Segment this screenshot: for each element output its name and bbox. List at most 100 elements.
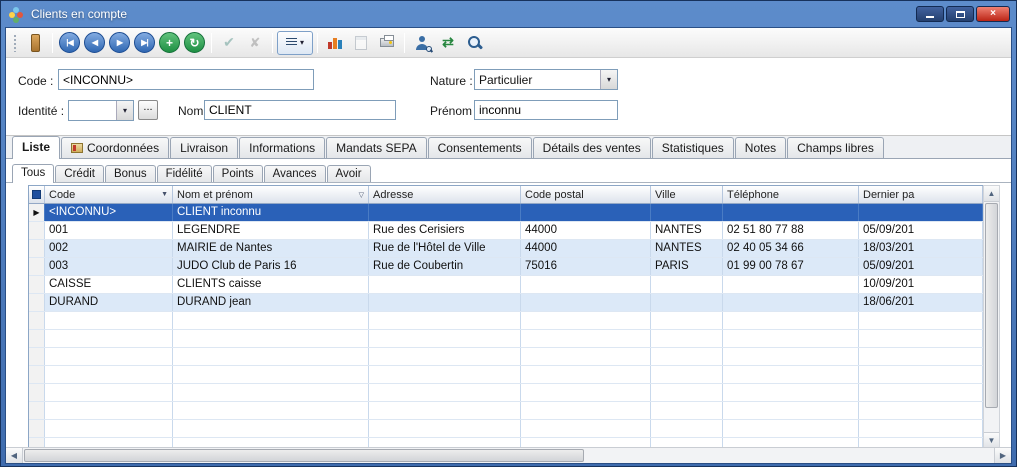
- cell-dernier: [859, 384, 983, 401]
- tab-mandats-sepa[interactable]: Mandats SEPA: [326, 137, 427, 158]
- tab-avances[interactable]: Avances: [263, 165, 326, 182]
- cell-ville: [651, 438, 723, 447]
- maximize-button[interactable]: [946, 6, 974, 22]
- cell-ville: [651, 348, 723, 365]
- chevron-left-icon: ◀: [10, 451, 18, 460]
- table-row[interactable]: 003 JUDO Club de Paris 16 Rue de Coubertin…: [29, 258, 983, 276]
- previous-record-button[interactable]: ◀: [84, 32, 105, 53]
- empty-row: [29, 330, 983, 348]
- statistics-button[interactable]: [322, 31, 348, 55]
- tab-informations[interactable]: Informations: [239, 137, 326, 158]
- tab-bonus[interactable]: Bonus: [104, 165, 156, 182]
- table-row[interactable]: ▶ <INCONNU> CLIENT inconnu: [29, 204, 983, 222]
- minimize-icon: [926, 15, 934, 18]
- tab-fidelite[interactable]: Fidélité: [156, 165, 212, 182]
- cell-cp: [521, 348, 651, 365]
- minimize-button[interactable]: [916, 6, 944, 22]
- title-bar[interactable]: Clients en compte ×: [5, 1, 1012, 27]
- tab-liste[interactable]: Liste: [12, 136, 61, 159]
- cell-dernier: [859, 420, 983, 437]
- column-header-telephone[interactable]: Téléphone: [723, 186, 859, 203]
- tab-champs-libres[interactable]: Champs libres: [787, 137, 884, 158]
- browse-identite-button[interactable]: ...: [138, 100, 158, 120]
- select-all-header[interactable]: [29, 186, 45, 203]
- cell-dernier: [859, 438, 983, 447]
- vertical-scrollbar[interactable]: ▲ ▼: [983, 185, 1000, 447]
- horizontal-scroll-thumb[interactable]: [24, 449, 584, 462]
- print-button[interactable]: [374, 31, 400, 55]
- nature-select[interactable]: Particulier ▾: [474, 69, 618, 90]
- tab-notes[interactable]: Notes: [734, 137, 787, 158]
- column-header-ville[interactable]: Ville: [651, 186, 723, 203]
- cell-cp: [521, 312, 651, 329]
- next-record-button[interactable]: ▶: [109, 32, 130, 53]
- cancel-button[interactable]: ✘: [242, 31, 268, 55]
- binder-button[interactable]: [22, 31, 48, 55]
- app-icon: [9, 7, 24, 22]
- magnifier-icon: [426, 45, 433, 53]
- tab-label: Crédit: [64, 168, 95, 180]
- tab-credit[interactable]: Crédit: [55, 165, 104, 182]
- cell-dernier: [859, 330, 983, 347]
- column-label: Téléphone: [727, 188, 779, 201]
- tab-tous[interactable]: Tous: [12, 164, 55, 183]
- scroll-left-button[interactable]: ◀: [6, 448, 23, 463]
- exchange-client-button[interactable]: ⇄: [435, 31, 461, 55]
- tab-statistiques[interactable]: Statistiques: [651, 137, 734, 158]
- column-header-adresse[interactable]: Adresse: [369, 186, 521, 203]
- column-header-dernier-paiement[interactable]: Dernier pa: [859, 186, 983, 203]
- document-button[interactable]: [348, 31, 374, 55]
- last-record-button[interactable]: ▶|: [134, 32, 155, 53]
- cell-tel: [723, 438, 859, 447]
- vertical-scroll-track[interactable]: [984, 202, 999, 432]
- nature-label: Nature :: [430, 74, 473, 88]
- tab-details-des-ventes[interactable]: Détails des ventes: [532, 137, 651, 158]
- cell-nom: [173, 366, 369, 383]
- cell-nom: MAIRIE de Nantes: [173, 240, 369, 257]
- tab-points[interactable]: Points: [212, 165, 263, 182]
- refresh-button[interactable]: ↻: [184, 32, 205, 53]
- vertical-scroll-thumb[interactable]: [985, 203, 998, 408]
- column-header-code-postal[interactable]: Code postal: [521, 186, 651, 203]
- row-indicator: [29, 420, 45, 437]
- close-button[interactable]: ×: [976, 6, 1010, 22]
- cell-dernier: 05/09/201: [859, 222, 983, 239]
- scroll-up-button[interactable]: ▲: [984, 186, 999, 202]
- first-record-button[interactable]: |◀: [59, 32, 80, 53]
- chevron-down-icon[interactable]: ▾: [116, 101, 133, 120]
- table-row[interactable]: CAISSE CLIENTS caisse 10/09/201: [29, 276, 983, 294]
- column-header-code[interactable]: Code ▼: [45, 186, 173, 203]
- identite-select[interactable]: ▾: [68, 100, 134, 121]
- tab-label: Consentements: [437, 141, 522, 155]
- nom-input[interactable]: [204, 100, 396, 120]
- column-header-nom[interactable]: Nom et prénom ▽: [173, 186, 369, 203]
- add-record-button[interactable]: +: [159, 32, 180, 53]
- table-row[interactable]: DURAND DURAND jean 18/06/201: [29, 294, 983, 312]
- tab-livraison[interactable]: Livraison: [170, 137, 239, 158]
- select-all-icon: [32, 190, 41, 199]
- tab-consentements[interactable]: Consentements: [427, 137, 532, 158]
- cell-tel: [723, 312, 859, 329]
- tab-avoir[interactable]: Avoir: [326, 165, 371, 182]
- chevron-down-icon[interactable]: ▾: [600, 70, 617, 89]
- validate-button[interactable]: ✔: [216, 31, 242, 55]
- code-input[interactable]: [58, 69, 314, 90]
- cell-adresse: [369, 420, 521, 437]
- table-row[interactable]: 001 LEGENDRE Rue des Cerisiers 44000 NANTES 0…: [29, 222, 983, 240]
- scroll-right-button[interactable]: ▶: [994, 448, 1011, 463]
- toolbar-grip[interactable]: [13, 33, 17, 52]
- zoom-button[interactable]: [461, 31, 487, 55]
- tab-coordonnees[interactable]: Coordonnées: [61, 137, 170, 158]
- scroll-down-button[interactable]: ▼: [984, 432, 999, 447]
- row-indicator: [29, 312, 45, 329]
- cell-cp: 44000: [521, 222, 651, 239]
- search-client-button[interactable]: [409, 31, 435, 55]
- list-options-button[interactable]: ▾: [277, 30, 313, 55]
- table-row[interactable]: 002 MAIRIE de Nantes Rue de l'Hôtel de Vil…: [29, 240, 983, 258]
- horizontal-scrollbar[interactable]: ◀ ▶: [6, 447, 1011, 463]
- cell-ville: [651, 402, 723, 419]
- prenom-input[interactable]: [474, 100, 618, 120]
- cell-tel: [723, 330, 859, 347]
- horizontal-scroll-track[interactable]: [23, 448, 994, 463]
- cell-dernier: [859, 312, 983, 329]
